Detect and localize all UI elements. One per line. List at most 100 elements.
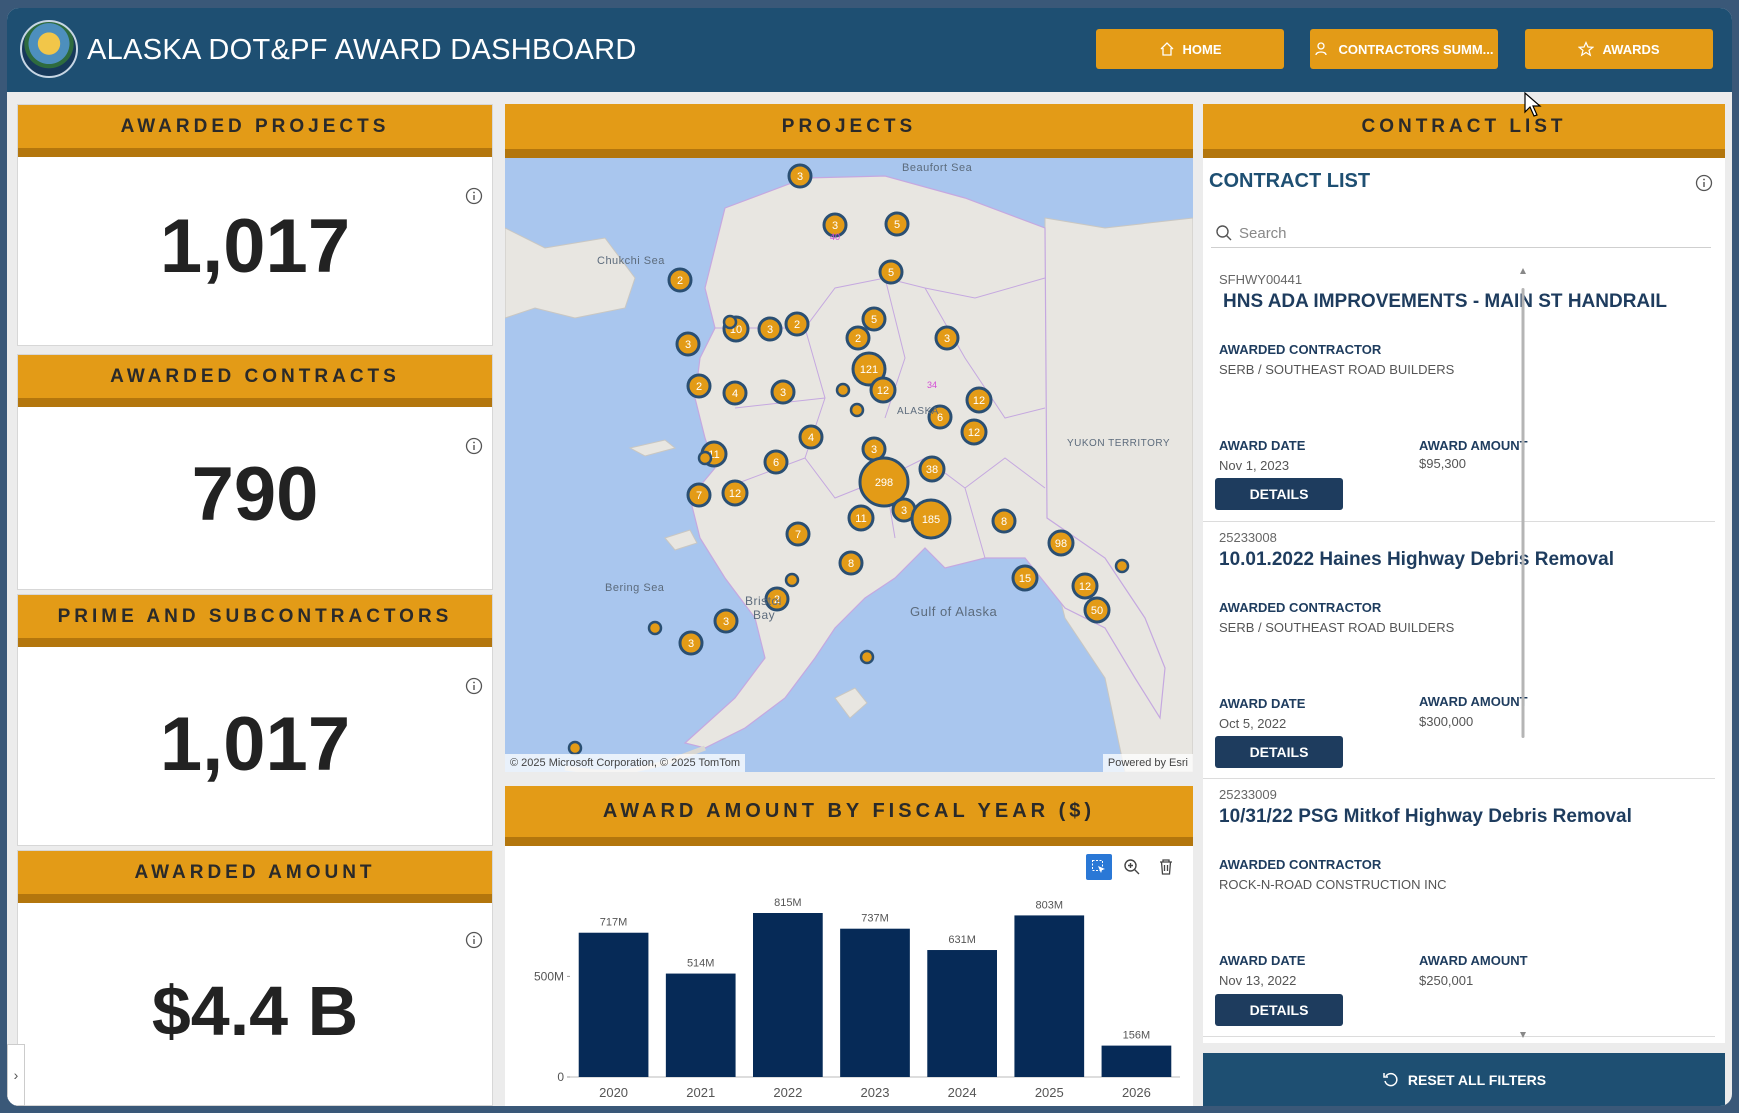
map-label: ALASKA bbox=[897, 406, 939, 417]
info-icon[interactable] bbox=[1695, 174, 1713, 192]
contract-list-panel-title: CONTRACT LIST bbox=[1203, 104, 1725, 158]
kpi-awarded-amount: AWARDED AMOUNT $4.4 B bbox=[17, 850, 493, 1106]
map-project-marker[interactable] bbox=[722, 314, 738, 330]
bar-2022[interactable] bbox=[753, 913, 823, 1077]
contractor-label: AWARDED CONTRACTOR bbox=[1219, 342, 1382, 357]
contractors-summary-label: CONTRACTORS SUMM... bbox=[1338, 41, 1494, 57]
bar-2020[interactable] bbox=[578, 932, 649, 1077]
map-project-marker[interactable] bbox=[567, 740, 583, 756]
map-cluster-count: 121 bbox=[860, 364, 878, 376]
details-button[interactable]: DETAILS bbox=[1215, 478, 1343, 510]
kpi-title: PRIME AND SUBCONTRACTORS bbox=[18, 595, 492, 647]
map-cluster-count: 98 bbox=[1055, 538, 1067, 550]
contract-card[interactable]: SFHWY00441 HNS ADA IMPROVEMENTS - MAIN S… bbox=[1203, 264, 1715, 522]
home-button[interactable]: HOME bbox=[1096, 29, 1284, 69]
info-icon[interactable] bbox=[465, 931, 483, 949]
contractors-summary-button[interactable]: CONTRACTORS SUMM... bbox=[1310, 29, 1498, 69]
map-cluster-count: 3 bbox=[780, 387, 786, 399]
bar-2021[interactable] bbox=[665, 973, 736, 1077]
map-cluster-count: 3 bbox=[944, 333, 950, 345]
bar-data-label: 815M bbox=[774, 897, 802, 909]
contractor-value: SERB / SOUTHEAST ROAD BUILDERS bbox=[1219, 362, 1455, 377]
award-amount-value: $250,001 bbox=[1419, 973, 1474, 988]
kpi-title: AWARDED CONTRACTS bbox=[18, 355, 492, 407]
search-input[interactable] bbox=[1239, 221, 1699, 245]
map-cluster-count: 4 bbox=[732, 388, 738, 400]
x-tick-label: 2026 bbox=[1122, 1085, 1151, 1100]
bar-data-label: 737M bbox=[861, 913, 889, 925]
contract-list-title: CONTRACT LIST bbox=[1209, 170, 1371, 192]
details-button[interactable]: DETAILS bbox=[1215, 994, 1343, 1026]
map-project-marker[interactable] bbox=[697, 450, 713, 466]
award-amount-value: $300,000 bbox=[1419, 714, 1474, 729]
contract-card[interactable]: 25233008 10.01.2022 Haines Highway Debri… bbox=[1203, 522, 1715, 779]
map-cluster-count: 3 bbox=[832, 220, 838, 232]
contract-card[interactable]: 25233009 10/31/22 PSG Mitkof Highway Deb… bbox=[1203, 779, 1715, 1037]
home-button-label: HOME bbox=[1182, 41, 1222, 57]
contract-list-scrollbar[interactable] bbox=[1519, 268, 1527, 1038]
map-attribution: © 2025 Microsoft Corporation, © 2025 Tom… bbox=[505, 754, 746, 772]
map-cluster-count: 185 bbox=[922, 514, 940, 526]
map-cluster-count: 12 bbox=[973, 395, 985, 407]
contractor-value: ROCK-N-ROAD CONSTRUCTION INC bbox=[1219, 877, 1447, 892]
bar-2023[interactable] bbox=[840, 928, 910, 1077]
contract-id: SFHWY00441 bbox=[1219, 272, 1303, 287]
map-project-marker[interactable] bbox=[647, 620, 663, 636]
trash-icon[interactable] bbox=[1153, 854, 1179, 880]
map-project-marker[interactable] bbox=[1114, 558, 1130, 574]
map-cluster-count: 3 bbox=[871, 444, 877, 456]
map-label: Bay bbox=[753, 608, 776, 622]
map-cluster-count: 2 bbox=[794, 319, 800, 331]
info-icon[interactable] bbox=[465, 677, 483, 695]
map-label: Chukchi Sea bbox=[597, 255, 665, 267]
contract-id: 25233009 bbox=[1219, 787, 1277, 802]
map-cluster-count: 3 bbox=[688, 638, 694, 650]
projects-map[interactable]: 3 3 5 5 2 5 10 3 2 3 2 3 121 12 2 4 3 12 6 12 4 11 6 38 3 298 7 12 3… bbox=[505, 158, 1193, 772]
award-date-value: Nov 1, 2023 bbox=[1219, 458, 1290, 473]
projects-panel-title: PROJECTS bbox=[505, 104, 1193, 158]
x-tick-label: 2022 bbox=[773, 1085, 802, 1100]
award-amount-label: AWARD AMOUNT bbox=[1419, 953, 1528, 968]
map-project-marker[interactable] bbox=[784, 572, 800, 588]
bar-2025[interactable] bbox=[1014, 915, 1085, 1077]
x-tick-label: 2023 bbox=[861, 1085, 890, 1100]
kpi-value: 1,017 bbox=[159, 702, 351, 787]
awards-button[interactable]: AWARDS bbox=[1525, 29, 1713, 69]
contract-id: 25233008 bbox=[1219, 530, 1277, 545]
select-icon[interactable] bbox=[1086, 854, 1112, 880]
map-cluster-count: 12 bbox=[729, 488, 741, 500]
zoom-icon[interactable] bbox=[1119, 854, 1145, 880]
map-label: Beaufort Sea bbox=[902, 162, 973, 174]
reset-icon bbox=[1383, 1072, 1398, 1086]
details-button[interactable]: DETAILS bbox=[1215, 736, 1343, 768]
map-project-marker[interactable] bbox=[835, 382, 851, 398]
map-label: Bristol bbox=[745, 594, 782, 608]
kpi-value: $4.4 B bbox=[151, 972, 359, 1050]
bar-2026[interactable] bbox=[1101, 1045, 1172, 1077]
contractor-label: AWARDED CONTRACTOR bbox=[1219, 600, 1382, 615]
reset-all-filters-button[interactable]: RESET ALL FILTERS bbox=[1203, 1053, 1725, 1106]
bar-2024[interactable] bbox=[927, 950, 997, 1077]
map-project-marker[interactable] bbox=[849, 402, 865, 418]
bar-data-label: 631M bbox=[948, 934, 976, 946]
map-canvas[interactable]: 33 552510 3 23 2 31211224 31261241163832987 123… bbox=[505, 158, 1193, 772]
map-project-marker[interactable] bbox=[859, 649, 875, 665]
x-tick-label: 2020 bbox=[599, 1085, 628, 1100]
map-cluster-count: 3 bbox=[901, 505, 907, 517]
contractor-value: SERB / SOUTHEAST ROAD BUILDERS bbox=[1219, 620, 1455, 635]
award-amount-label: AWARD AMOUNT bbox=[1419, 694, 1528, 709]
map-cluster-count: 8 bbox=[1001, 516, 1007, 528]
award-amount-label: AWARD AMOUNT bbox=[1419, 438, 1528, 453]
map-cluster-count: 2 bbox=[696, 381, 702, 393]
y-tick-label: 0 bbox=[557, 1070, 564, 1084]
award-amount-chart: 0 500M 717M 2020 514M 2021 815M 2022 737M 2023 631… bbox=[505, 846, 1193, 1106]
chevron-right-icon[interactable]: › bbox=[7, 1044, 25, 1106]
map-cluster-count: 298 bbox=[875, 477, 893, 489]
map-cluster-count: 12 bbox=[968, 427, 980, 439]
contract-search bbox=[1211, 218, 1711, 248]
map-cluster-count: 4 bbox=[808, 432, 814, 444]
chart-panel-title: AWARD AMOUNT BY FISCAL YEAR ($) bbox=[505, 786, 1193, 846]
map-cluster-count: 12 bbox=[877, 385, 889, 397]
award-date-label: AWARD DATE bbox=[1219, 953, 1306, 968]
award-amount-value: $95,300 bbox=[1419, 456, 1466, 471]
